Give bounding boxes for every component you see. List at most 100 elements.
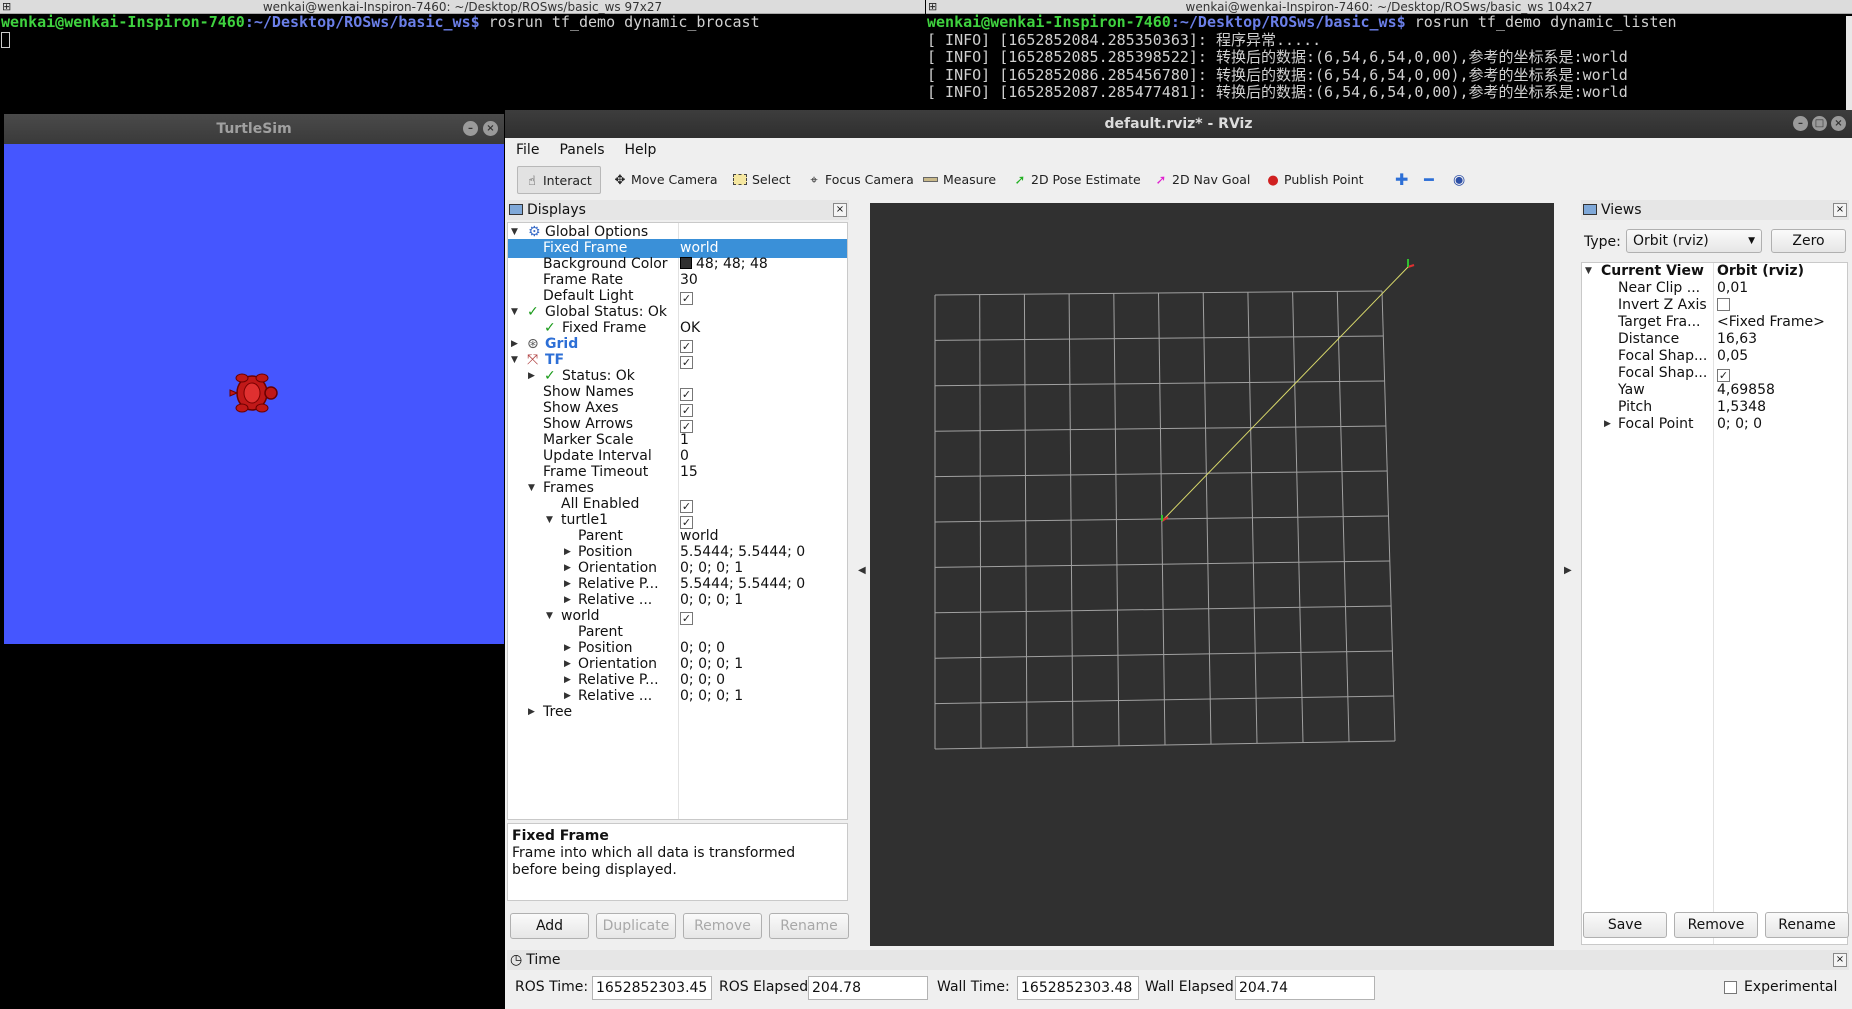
wall-elapsed-label: Wall Elapsed: — [1145, 979, 1239, 995]
move-icon: ✥ — [614, 173, 626, 188]
wall-time-label: Wall Time: — [937, 979, 1010, 995]
remove-tool-button[interactable]: ━ — [1418, 166, 1434, 194]
terminal-scrollbar[interactable] — [1846, 16, 1852, 110]
prompt-user: wenkai@wenkai-Inspiron-7460 — [1, 13, 245, 31]
eye-icon[interactable]: ◉ — [1447, 166, 1465, 194]
maximize-icon[interactable]: □ — [1812, 116, 1827, 131]
rviz-titlebar[interactable]: default.rviz* - RViz – □ × — [505, 110, 1852, 138]
description-text: Frame into which all data is transformed… — [512, 845, 796, 878]
terminal-command: rosrun tf_demo dynamic_listen — [1405, 13, 1677, 31]
2d-nav-goal-tool[interactable]: ➚ 2D Nav Goal — [1147, 166, 1251, 194]
collapse-right-icon[interactable]: ▶ — [1564, 565, 1572, 576]
displays-tree[interactable]: ▼ ⚙ Global Options Fixed Frame world Backgr… — [507, 222, 848, 820]
move-camera-tool[interactable]: ✥ Move Camera — [606, 166, 718, 194]
left-terminal[interactable]: ⊞ wenkai@wenkai-Inspiron-7460: ~/Desktop… — [0, 0, 925, 112]
measure-tool[interactable]: Measure — [917, 166, 996, 194]
2d-pose-estimate-tool[interactable]: ➚ 2D Pose Estimate — [1006, 166, 1141, 194]
log-line: [ INFO] [1652852087.285477481]: 转换后的数据:(… — [927, 83, 1628, 101]
tree-row-distance[interactable]: Distance 16,63 — [1582, 331, 1847, 348]
description-title: Fixed Frame — [512, 828, 609, 844]
tree-row-focal-shape-size[interactable]: Focal Shap... 0,05 — [1582, 348, 1847, 365]
publish-point-tool[interactable]: ● Publish Point — [1259, 166, 1363, 194]
close-icon[interactable]: × — [1831, 116, 1846, 131]
tf-link-arrow — [1161, 266, 1409, 522]
time-title: Time — [526, 952, 561, 968]
turtlesim-titlebar[interactable]: TurtleSim – × — [4, 114, 504, 144]
3d-viewport[interactable] — [870, 203, 1554, 946]
map-pin-icon: ● — [1267, 173, 1279, 188]
ruler-icon — [923, 177, 938, 182]
terminal-cursor — [1, 31, 10, 48]
toolbar: ☝ Interact ✥ Move Camera Select ⌖ Focus Cam… — [505, 162, 1852, 197]
right-terminal-body[interactable]: wenkai@wenkai-Inspiron-7460:~/Desktop/RO… — [926, 13, 1852, 102]
hand-icon: ☝ — [528, 174, 536, 189]
views-tree[interactable]: ▼ Current View Orbit (rviz) Near Clip ... 0… — [1581, 262, 1848, 945]
green-arrow-icon: ➚ — [1014, 173, 1026, 188]
close-icon[interactable]: × — [483, 121, 498, 136]
rviz-window[interactable]: default.rviz* - RViz – □ × File Panels Hel… — [505, 110, 1852, 1009]
views-title: Views — [1601, 202, 1642, 218]
terminal-icon: ⊞ — [2, 0, 12, 13]
add-display-button[interactable]: Add — [510, 913, 589, 939]
minimize-icon[interactable]: – — [1793, 116, 1808, 131]
focus-camera-tool[interactable]: ⌖ Focus Camera — [800, 166, 913, 194]
rviz-title: default.rviz* - RViz — [1104, 116, 1253, 132]
tree-row-invert-z[interactable]: Invert Z Axis — [1582, 297, 1847, 314]
monitor-icon — [509, 204, 523, 215]
remove-view-button[interactable]: Remove — [1674, 912, 1758, 938]
grid-display — [934, 259, 1415, 750]
save-view-button[interactable]: Save — [1583, 912, 1667, 938]
left-terminal-title: wenkai@wenkai-Inspiron-7460: ~/Desktop/R… — [262, 0, 663, 14]
duplicate-display-button[interactable]: Duplicate — [596, 913, 676, 939]
view-type-select[interactable]: Orbit (rviz) ▼ — [1626, 229, 1762, 253]
tree-row-pitch[interactable]: Pitch 1,5348 — [1582, 399, 1847, 416]
invert-z-checkbox[interactable] — [1717, 298, 1730, 311]
turtlesim-window[interactable]: TurtleSim – × — [4, 114, 504, 644]
menu-bar: File Panels Help — [505, 138, 1852, 162]
focal-shape-checkbox[interactable]: ✓ — [1717, 369, 1730, 382]
tree-row-yaw[interactable]: Yaw 4,69858 — [1582, 382, 1847, 399]
minimize-icon[interactable]: – — [463, 121, 478, 136]
left-terminal-body[interactable]: wenkai@wenkai-Inspiron-7460:~/Desktop/RO… — [0, 13, 925, 49]
close-icon[interactable]: × — [833, 203, 847, 217]
property-description: Fixed Frame Frame into which all data is… — [507, 823, 848, 901]
displays-panel-header: Displays × — [507, 200, 849, 220]
zero-view-button[interactable]: Zero — [1771, 229, 1846, 253]
collapse-left-icon[interactable]: ◀ — [858, 565, 866, 576]
prompt-path: :~/Desktop/ROSws/basic_ws$ — [1170, 13, 1406, 31]
wall-time-field[interactable]: 1652852303.48 — [1017, 976, 1139, 1000]
interact-tool[interactable]: ☝ Interact — [517, 166, 601, 194]
rename-view-button[interactable]: Rename — [1765, 912, 1849, 938]
terminal-icon: ⊞ — [928, 0, 938, 13]
ros-elapsed-field[interactable]: 204.78 — [808, 976, 928, 1000]
select-box-icon — [733, 174, 747, 185]
log-line: [ INFO] [1652852086.285456780]: 转换后的数据:(… — [927, 65, 1628, 84]
displays-title: Displays — [527, 202, 586, 218]
experimental-checkbox[interactable] — [1724, 981, 1737, 994]
add-tool-button[interactable]: ✚ — [1389, 166, 1408, 194]
collapse-arrow-icon[interactable]: ▶ — [528, 703, 535, 722]
dropdown-icon: ▼ — [1748, 236, 1755, 246]
tree-row-focal-point[interactable]: ▶ Focal Point 0; 0; 0 — [1582, 416, 1847, 433]
menu-help[interactable]: Help — [614, 138, 666, 158]
select-tool[interactable]: Select — [727, 166, 791, 194]
ros-time-field[interactable]: 1652852303.45 — [592, 976, 712, 1000]
close-icon[interactable]: × — [1833, 953, 1847, 967]
tree-row-current-view[interactable]: ▼ Current View Orbit (rviz) — [1582, 263, 1847, 280]
menu-panels[interactable]: Panels — [548, 138, 613, 158]
tree-row-target-frame[interactable]: Target Fra... <Fixed Frame> — [1582, 314, 1847, 331]
turtlesim-canvas — [4, 144, 504, 644]
tree-row-tree[interactable]: ▶ Tree — [508, 703, 847, 722]
tree-row-near-clip[interactable]: Near Clip ... 0,01 — [1582, 280, 1847, 297]
right-terminal[interactable]: ⊞ wenkai@wenkai-Inspiron-7460: ~/Desktop… — [926, 0, 1852, 112]
tree-row-focal-shape-fixed[interactable]: Focal Shap... ✓ — [1582, 365, 1847, 382]
close-icon[interactable]: × — [1833, 203, 1847, 217]
menu-file[interactable]: File — [505, 138, 548, 158]
right-terminal-title: wenkai@wenkai-Inspiron-7460: ~/Desktop/R… — [1185, 0, 1593, 14]
expand-arrow-icon[interactable]: ▼ — [1585, 263, 1592, 280]
collapse-arrow-icon[interactable]: ▶ — [1604, 416, 1611, 433]
turtle-sprite — [229, 373, 278, 413]
remove-display-button[interactable]: Remove — [683, 913, 762, 939]
rename-display-button[interactable]: Rename — [769, 913, 849, 939]
wall-elapsed-field[interactable]: 204.74 — [1235, 976, 1375, 1000]
